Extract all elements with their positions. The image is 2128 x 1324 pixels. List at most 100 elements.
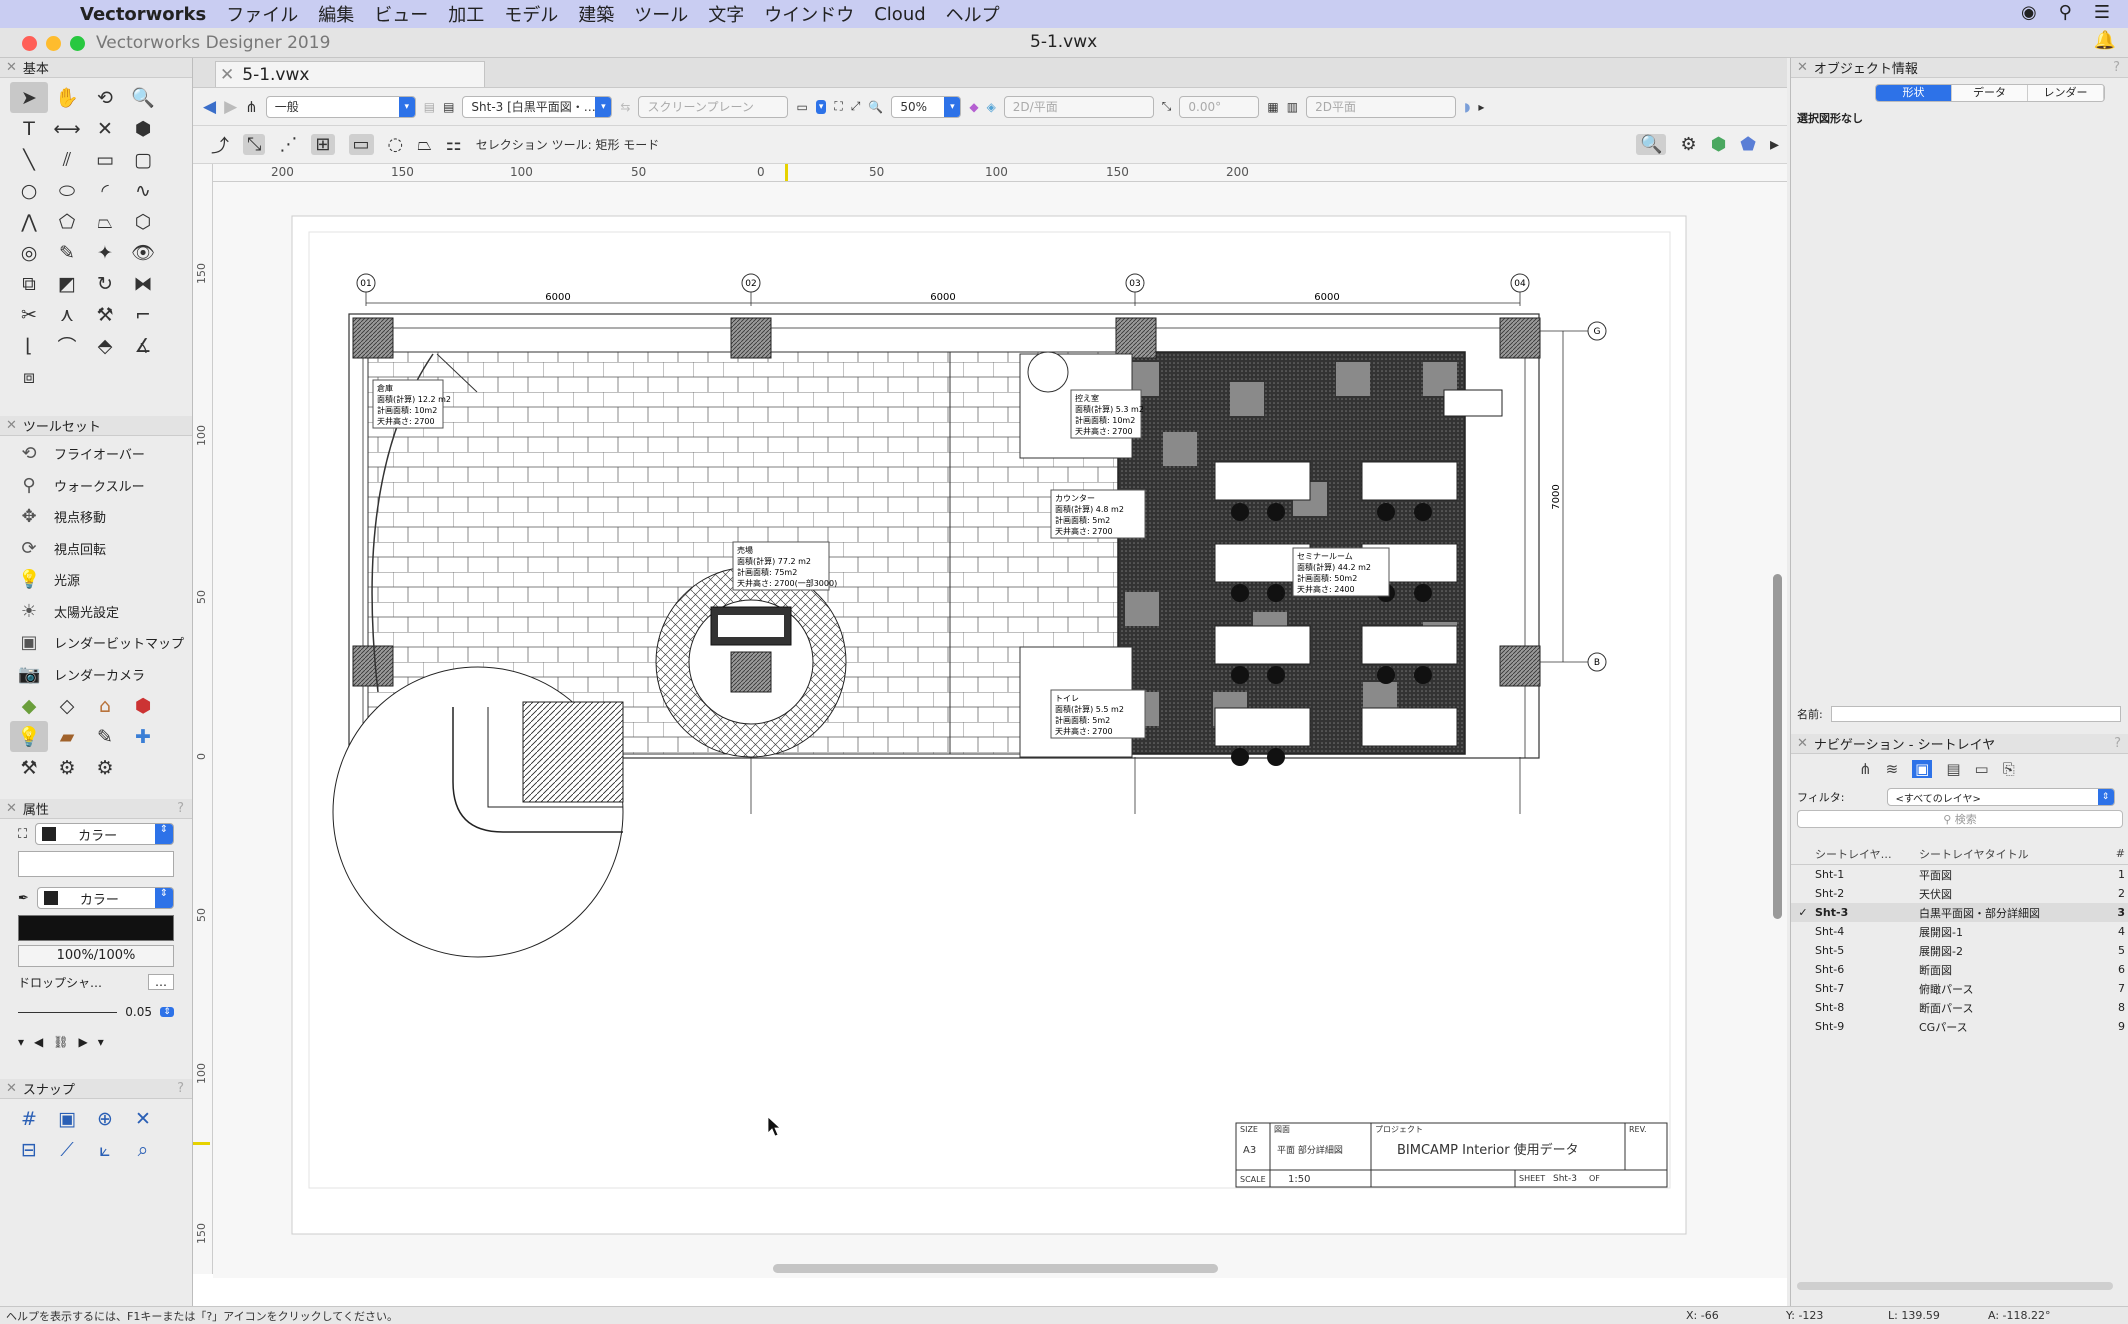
name-input[interactable] — [1830, 706, 2121, 722]
tab-nav-layers-icon[interactable]: ≋ — [1886, 760, 1899, 778]
line-weight-stepper[interactable]: ⇕ — [160, 1007, 174, 1017]
menu-text[interactable]: 文字 — [708, 1, 744, 27]
circle-tool-icon[interactable]: ○ — [10, 175, 48, 206]
double-line-tool-icon[interactable]: ⫽ — [48, 144, 86, 175]
menu-architect[interactable]: 建築 — [578, 1, 614, 27]
double-polygon-tool-icon[interactable]: ⏢ — [86, 206, 124, 237]
more-icon[interactable]: ▸ — [1770, 134, 1779, 155]
mep-icon[interactable]: ✚ — [124, 721, 162, 752]
split-tool-icon[interactable]: ✂ — [10, 299, 48, 330]
snap-edge-icon[interactable]: ⟀ — [86, 1134, 124, 1165]
forward-icon[interactable]: ▶ — [224, 97, 237, 117]
mode-snap-icon[interactable]: ⤡ — [243, 134, 266, 155]
snap-loupe-icon[interactable]: 🔍 — [1636, 134, 1667, 155]
render-mode-select[interactable]: 2D平面 — [1306, 95, 1457, 118]
arrow-left-icon[interactable]: ◀ — [34, 1035, 43, 1049]
bell-icon[interactable]: 🔔 — [2094, 30, 2116, 51]
view-icon[interactable]: ◆ — [969, 100, 978, 114]
menu-tools[interactable]: ツール — [634, 1, 688, 27]
polyline-tool-icon[interactable]: ⋀ — [10, 206, 48, 237]
saved-views-icon[interactable]: ▥ — [1287, 100, 1298, 114]
freehand-tool-icon[interactable]: ∿ — [124, 175, 162, 206]
opacity-button[interactable]: 100%/100% — [18, 945, 174, 967]
building-shell-icon[interactable]: ◇ — [48, 690, 86, 721]
detail-icon[interactable]: ⚒ — [10, 752, 48, 783]
dimension-annotation-icon[interactable]: ✎ — [86, 721, 124, 752]
arrow-start-button[interactable]: ▾ — [18, 1035, 24, 1049]
connect-tool-icon[interactable]: ⋏ — [48, 299, 86, 330]
protractor-tool-icon[interactable]: ∡ — [124, 330, 162, 361]
chamfer-tool-icon[interactable]: ⌊ — [10, 330, 48, 361]
fill-style-select[interactable]: カラー ⇕ — [35, 823, 174, 845]
close-icon[interactable]: ✕ — [6, 1081, 17, 1096]
view-select[interactable]: 2D/平面 — [1003, 95, 1154, 118]
snap-distance-icon[interactable]: ⊟ — [10, 1134, 48, 1165]
attribute-mapping-tool-icon[interactable]: ✦ — [86, 237, 124, 268]
menu-app[interactable]: Vectorworks — [80, 4, 206, 25]
arc-tool-icon[interactable]: ◜ — [86, 175, 124, 206]
mode-move-icon[interactable]: ⊞ — [311, 134, 335, 155]
horizontal-scrollbar[interactable] — [773, 1264, 1218, 1273]
spotlight-icon[interactable]: ⚲ — [2059, 2, 2072, 23]
table-row[interactable]: Sht-2 天伏図 2 — [1791, 884, 2128, 903]
table-row[interactable]: Sht-8 断面パース 8 — [1791, 998, 2128, 1017]
polygon-mode-icon[interactable]: ⏢ — [417, 134, 431, 155]
tab-nav-viewports-icon[interactable]: ▤ — [1946, 760, 1960, 778]
symbol-insert-tool-icon[interactable]: ⧈ — [10, 361, 48, 392]
visibility-tool-icon[interactable]: 👁 — [124, 237, 162, 268]
close-icon[interactable]: ✕ — [1797, 60, 1808, 75]
list-icon[interactable]: ☰ — [2094, 2, 2110, 23]
resource-icon[interactable]: ⬟ — [1740, 134, 1756, 155]
eyedropper-tool-icon[interactable]: ✎ — [48, 237, 86, 268]
rounded-rect-tool-icon[interactable]: ▢ — [124, 144, 162, 175]
column-header[interactable]: シートレイヤ… — [1815, 846, 1919, 862]
column-header[interactable]: シートレイヤタイトル — [1919, 846, 2109, 862]
menu-edit[interactable]: 編集 — [318, 1, 354, 27]
minimize-window-button[interactable] — [46, 36, 61, 51]
dimension-tool-icon[interactable]: ⟷ — [48, 113, 86, 144]
tab-nav-sheetlayers-icon[interactable]: ▣ — [1912, 760, 1933, 778]
help-icon[interactable]: ? — [2113, 60, 2120, 75]
dropshadow-settings-button[interactable]: … — [148, 974, 174, 990]
menu-modify[interactable]: 加工 — [448, 1, 484, 27]
menu-model[interactable]: モデル — [504, 1, 558, 27]
mode-multi-snap-icon[interactable]: ⋰ — [279, 134, 297, 155]
lasso-mode-icon[interactable]: ◌ — [388, 134, 404, 155]
objects-icon[interactable]: ⬢ — [124, 690, 162, 721]
zoom-icon[interactable]: 🔍 — [868, 100, 883, 114]
house-icon[interactable]: ⌂ — [86, 690, 124, 721]
snap-loci-icon[interactable]: ⌕ — [124, 1134, 162, 1165]
pen-style-select[interactable]: カラー ⇕ — [36, 887, 174, 909]
more-icon[interactable]: ▸ — [1478, 100, 1484, 114]
toolset-item-translate-view[interactable]: ✥ 視点移動 — [0, 501, 192, 533]
menu-help[interactable]: ヘルプ — [946, 1, 1000, 27]
visualization-icon[interactable]: 💡 — [10, 721, 48, 752]
fit-to-page-icon[interactable]: ⤢ — [851, 99, 861, 114]
table-row[interactable]: Sht-5 展開図-2 5 — [1791, 941, 2128, 960]
arrow-right-icon[interactable]: ▶ — [79, 1035, 88, 1049]
arrow-end-button[interactable]: ▾ — [98, 1035, 104, 1049]
locus-tool-icon[interactable]: ✕ — [86, 113, 124, 144]
table-row[interactable]: Sht-7 俯瞰パース 7 — [1791, 979, 2128, 998]
close-tab-icon[interactable]: ✕ — [220, 65, 234, 85]
toolset-item-rotate-view[interactable]: ⟳ 視点回転 — [0, 533, 192, 565]
toolset-item-sun-setting[interactable]: ☀ 太陽光設定 — [0, 596, 192, 628]
close-icon[interactable]: ✕ — [6, 60, 17, 75]
fit-to-objects-icon[interactable]: ⛶ — [834, 99, 842, 114]
help-icon[interactable]: ? — [2114, 736, 2121, 751]
tab-data[interactable]: データ — [1952, 85, 2028, 101]
close-icon[interactable]: ✕ — [6, 801, 17, 816]
menu-cloud[interactable]: Cloud — [874, 4, 925, 25]
tab-render[interactable]: レンダー — [2028, 85, 2104, 101]
table-row-active[interactable]: ✓ Sht-3 白黒平面図・部分詳細図 3 — [1791, 903, 2128, 922]
table-row[interactable]: Sht-6 断面図 6 — [1791, 960, 2128, 979]
polygon-tool-icon[interactable]: ⬠ — [48, 206, 86, 237]
table-row[interactable]: Sht-9 CGパース 9 — [1791, 1017, 2128, 1036]
layer-options-icon[interactable]: ▤ — [443, 100, 454, 114]
class-select[interactable]: 一般 ▾ — [265, 95, 416, 118]
toolset-item-render-camera[interactable]: 📷 レンダーカメラ — [0, 659, 192, 691]
filter-select[interactable]: <すべてのレイヤ> ⇕ — [1886, 788, 2115, 806]
page-icon[interactable]: ▭ — [796, 100, 807, 114]
tab-nav-classes-icon[interactable]: ⋔ — [1859, 760, 1872, 778]
object-style-icon[interactable]: ⬢ — [1711, 134, 1727, 155]
